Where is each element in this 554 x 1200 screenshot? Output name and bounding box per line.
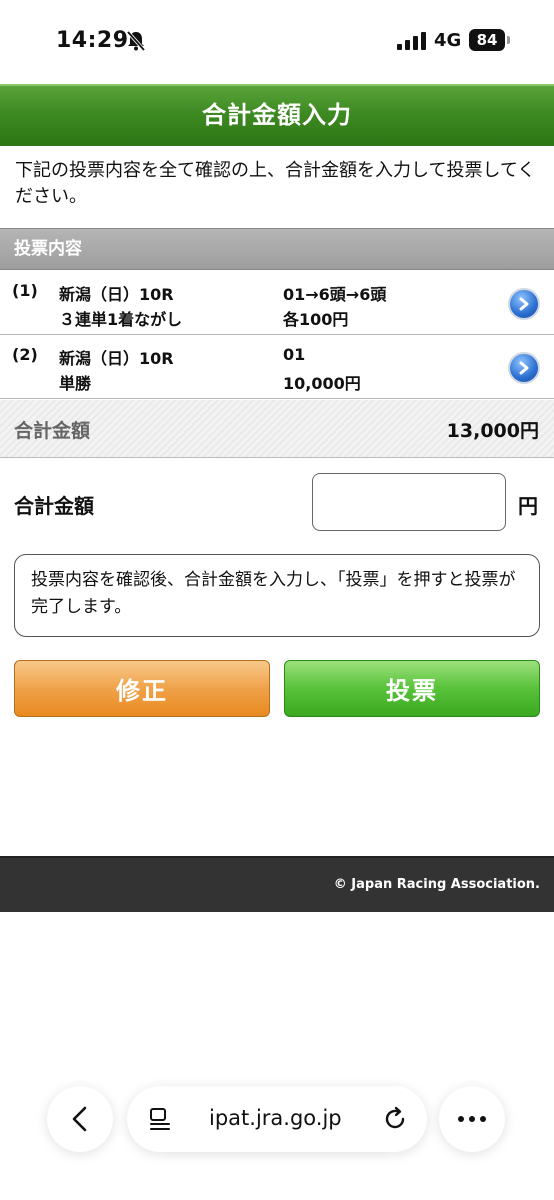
bet-race: 新潟（日）10R	[59, 349, 174, 368]
battery-tip	[507, 36, 510, 44]
bet-number: (1)	[12, 281, 38, 300]
chevron-right-icon[interactable]	[508, 352, 540, 384]
more-icon	[458, 1116, 486, 1122]
reload-icon[interactable]	[382, 1106, 408, 1132]
more-button[interactable]	[439, 1086, 505, 1152]
page-title: 合計金額入力	[202, 101, 352, 129]
address-bar[interactable]: ipat.jra.go.jp	[127, 1086, 427, 1152]
bet-row[interactable]: (1) 新潟（日）10R ３連単1着ながし 01→6頭→6頭 各100円	[0, 271, 554, 335]
status-time: 14:29	[56, 28, 129, 53]
total-label: 合計金額	[14, 420, 91, 442]
page-header: 合計金額入力	[0, 84, 554, 146]
status-bar: 14:29 4G 84	[0, 0, 554, 82]
section-header: 投票内容	[0, 228, 554, 270]
vote-button[interactable]: 投票	[284, 660, 540, 717]
notice-box: 投票内容を確認後、合計金額を入力し、「投票」を押すと投票が完了します。	[14, 554, 540, 637]
bet-row[interactable]: (2) 新潟（日）10R 単勝 01 10,000円	[0, 335, 554, 399]
amount-input-label: 合計金額	[14, 494, 94, 518]
back-button[interactable]	[47, 1086, 113, 1152]
reader-icon	[150, 1108, 170, 1130]
bet-combination: 01	[283, 345, 306, 364]
total-row: 合計金額 13,000円	[0, 400, 554, 458]
bet-combination: 01→6頭→6頭	[283, 285, 387, 304]
chevron-right-icon[interactable]	[508, 288, 540, 320]
bet-race: 新潟（日）10R	[59, 285, 174, 304]
battery-level: 84	[469, 29, 505, 51]
network-type: 4G	[434, 30, 462, 51]
bell-slash-icon	[126, 30, 146, 52]
page-footer: © Japan Racing Association.	[0, 856, 554, 912]
bet-amount: 10,000円	[283, 374, 361, 393]
bet-type: ３連単1着ながし	[59, 310, 183, 329]
yen-unit: 円	[518, 494, 538, 518]
back-icon	[72, 1106, 87, 1132]
url-text: ipat.jra.go.jp	[209, 1106, 342, 1130]
intro-text: 下記の投票内容を全て確認の上、合計金額を入力して投票してください。	[15, 160, 536, 207]
total-amount-input[interactable]	[312, 473, 506, 531]
signal-icon	[397, 32, 426, 50]
section-title: 投票内容	[14, 239, 82, 259]
bet-amount: 各100円	[283, 310, 349, 329]
copyright-text: © Japan Racing Association.	[333, 877, 540, 892]
fix-button[interactable]: 修正	[14, 660, 270, 717]
bet-number: (2)	[12, 345, 38, 364]
bet-type: 単勝	[59, 374, 92, 393]
total-value: 13,000円	[446, 420, 539, 442]
